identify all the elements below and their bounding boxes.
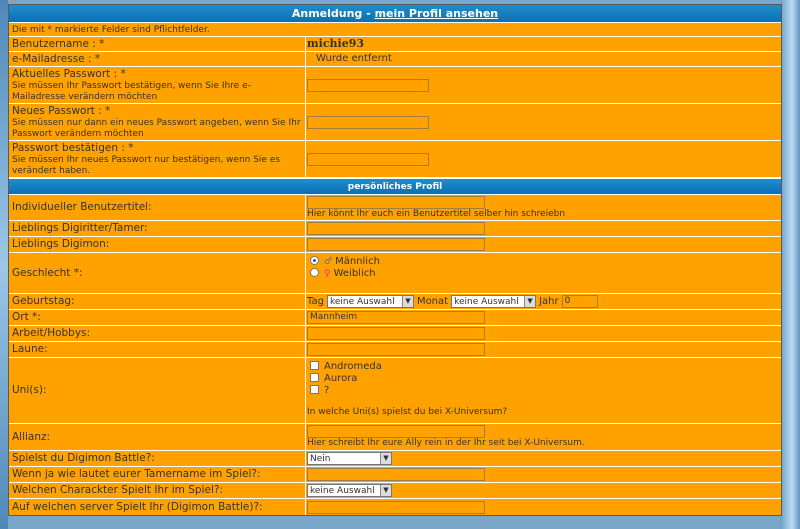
digimon-input[interactable] [307,238,485,251]
uni-hint: In welche Uni(s) spielst du bei X-Univer… [307,407,508,417]
uni-row: Uni(s): Andromeda Aurora ? In welche Uni… [9,358,781,424]
gender-female-option[interactable]: ♀ Weiblich [307,268,781,280]
character-select[interactable]: keine Auswahl ▼ [307,484,392,497]
form-header: Anmeldung - mein Profil ansehen [9,5,781,23]
uni-option-unknown[interactable]: ? [307,385,781,397]
new-password-label: Neues Passwort : * [12,104,111,117]
birthday-label: Geburtstag: [9,294,306,309]
battle-row: Spielst du Digimon Battle?: Nein ▼ [9,451,781,467]
server-input[interactable] [307,500,485,514]
confirm-password-input[interactable] [307,152,429,166]
female-icon: ♀ [324,269,331,279]
server-row: Auf welchen server Spielt Ihr (Digimon B… [9,499,781,515]
male-icon: ♂ [324,257,333,267]
chevron-down-icon: ▼ [401,296,413,307]
digimon-row: Lieblings Digimon: [9,237,781,253]
location-row: Ort *: Mannheim [9,310,781,326]
username-label: Benutzername : * [9,37,306,51]
mood-input[interactable] [307,343,485,356]
confirm-password-label: Passwort bestätigen : * [12,141,134,154]
gender-male-option[interactable]: ♂ Männlich [307,256,781,268]
view-profile-link[interactable]: mein Profil ansehen [375,7,499,20]
page-background-left [0,0,8,529]
location-label: Ort *: [9,310,306,325]
tamer-name-label: Wenn ja wie lautet eurer Tamername im Sp… [9,467,306,482]
mood-label: Laune: [9,342,306,357]
confirm-password-row: Passwort bestätigen : * Sie müssen Ihr ne… [9,141,781,178]
uni-option-andromeda[interactable]: Andromeda [307,361,781,373]
alliance-label: Allianz: [9,424,306,450]
character-label: Welchen Charackter Spielt Ihr im Spiel?: [9,483,306,498]
birthday-day-select[interactable]: keine Auswahl ▼ [326,295,414,308]
hobbies-row: Arbeit/Hobbys: [9,326,781,342]
page-scrollbar-area[interactable] [780,0,800,529]
tamer-label: Lieblings Digiritter/Tamer: [9,221,306,236]
current-password-hint: Sie müssen Ihr Passwort bestätigen, wenn… [12,80,251,102]
new-password-row: Neues Passwort : * Sie müssen nur dann ei… [9,104,781,141]
alliance-input[interactable] [307,425,485,438]
email-label: e-Mailadresse : * [9,52,306,66]
user-title-hint: Hier könnt Ihr euch ein Benutzertitel se… [307,208,566,219]
alliance-hint: Hier schreibt Ihr eure Ally rein in der … [307,438,585,448]
username-value: michie93 [306,37,781,51]
user-title-input[interactable] [307,195,485,209]
digimon-label: Lieblings Digimon: [9,237,306,252]
required-fields-note: Die mit * markierte Felder sind Pflichtf… [9,23,781,37]
hobbies-label: Arbeit/Hobbys: [9,326,306,341]
form-title: Anmeldung [291,7,363,20]
birthday-row: Geburtstag: Tag keine Auswahl ▼ Monat kei… [9,294,781,310]
gender-row: Geschlecht *: ♂ Männlich ♀ Weiblich [9,253,781,294]
confirm-password-hint: Sie müssen Ihr neues Passwort nur bestät… [12,154,281,176]
character-row: Welchen Charackter Spielt Ihr im Spiel?:… [9,483,781,499]
username-row: Benutzername : * michie93 [9,37,781,52]
alliance-row: Allianz: Hier schreibt Ihr eure Ally rei… [9,424,781,451]
hobbies-input[interactable] [307,327,485,340]
aurora-checkbox[interactable] [310,373,319,382]
female-radio[interactable] [310,268,319,277]
tamer-name-input[interactable] [307,468,485,481]
email-row: e-Mailadresse : * Wurde entfernt [9,52,781,67]
new-password-hint: Sie müssen nur dann ein neues Passwort a… [12,117,301,139]
registration-form: Anmeldung - mein Profil ansehen Die mit … [8,4,782,516]
chevron-down-icon: ▼ [380,453,391,464]
birthday-year-input[interactable]: 0 [561,295,598,308]
personal-profile-header: persönliches Profil [9,178,781,195]
tamer-input[interactable] [307,222,485,235]
current-password-input[interactable] [307,78,429,92]
andromeda-checkbox[interactable] [310,361,319,370]
user-title-label: Individueller Benutzertitel: [9,195,306,220]
current-password-row: Aktuelles Passwort : * Sie müssen Ihr Pas… [9,67,781,104]
tamer-name-row: Wenn ja wie lautet eurer Tamername im Sp… [9,467,781,483]
birthday-month-select[interactable]: keine Auswahl ▼ [451,295,537,308]
mood-row: Laune: [9,342,781,358]
email-value: Wurde entfernt [306,52,781,66]
new-password-input[interactable] [307,115,429,129]
user-title-row: Individueller Benutzertitel: Hier könnt … [9,195,781,221]
uni-label: Uni(s): [9,358,306,423]
unknown-checkbox[interactable] [310,385,319,394]
chevron-down-icon: ▼ [524,296,536,307]
gender-label: Geschlecht *: [9,253,306,293]
battle-select[interactable]: Nein ▼ [307,452,392,465]
location-input[interactable]: Mannheim [307,311,485,324]
male-radio[interactable] [310,256,319,265]
tamer-row: Lieblings Digiritter/Tamer: [9,221,781,237]
chevron-down-icon: ▼ [380,485,391,496]
server-label: Auf welchen server Spielt Ihr (Digimon B… [9,499,306,515]
uni-option-aurora[interactable]: Aurora [307,373,781,385]
current-password-label: Aktuelles Passwort : * [12,67,126,80]
battle-label: Spielst du Digimon Battle?: [9,451,306,466]
